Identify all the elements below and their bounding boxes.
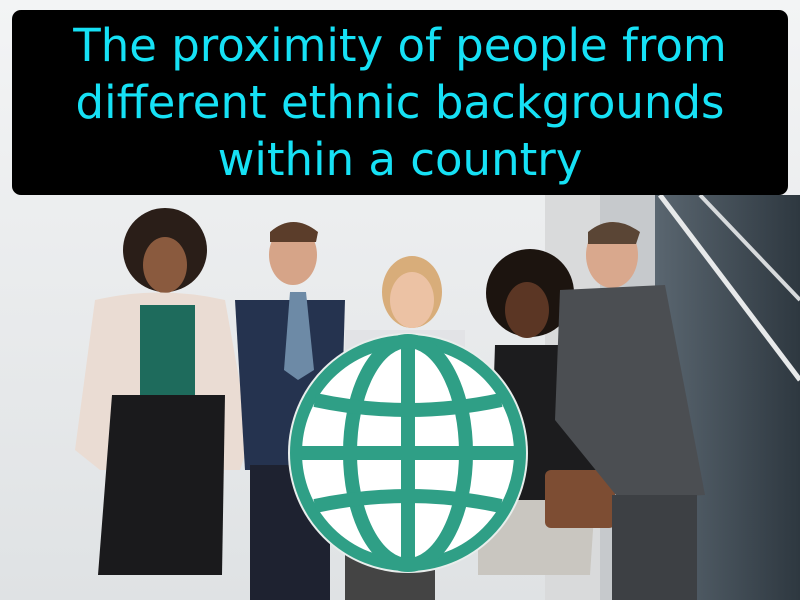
- caption-line-2: different ethnic backgrounds: [75, 76, 725, 129]
- caption-box: The proximity of people from different e…: [12, 10, 788, 195]
- caption-line-1: The proximity of people from: [73, 19, 727, 72]
- caption-line-3: within a country: [217, 133, 583, 186]
- caption-text: The proximity of people from different e…: [20, 17, 780, 188]
- globe-sign: [288, 333, 528, 573]
